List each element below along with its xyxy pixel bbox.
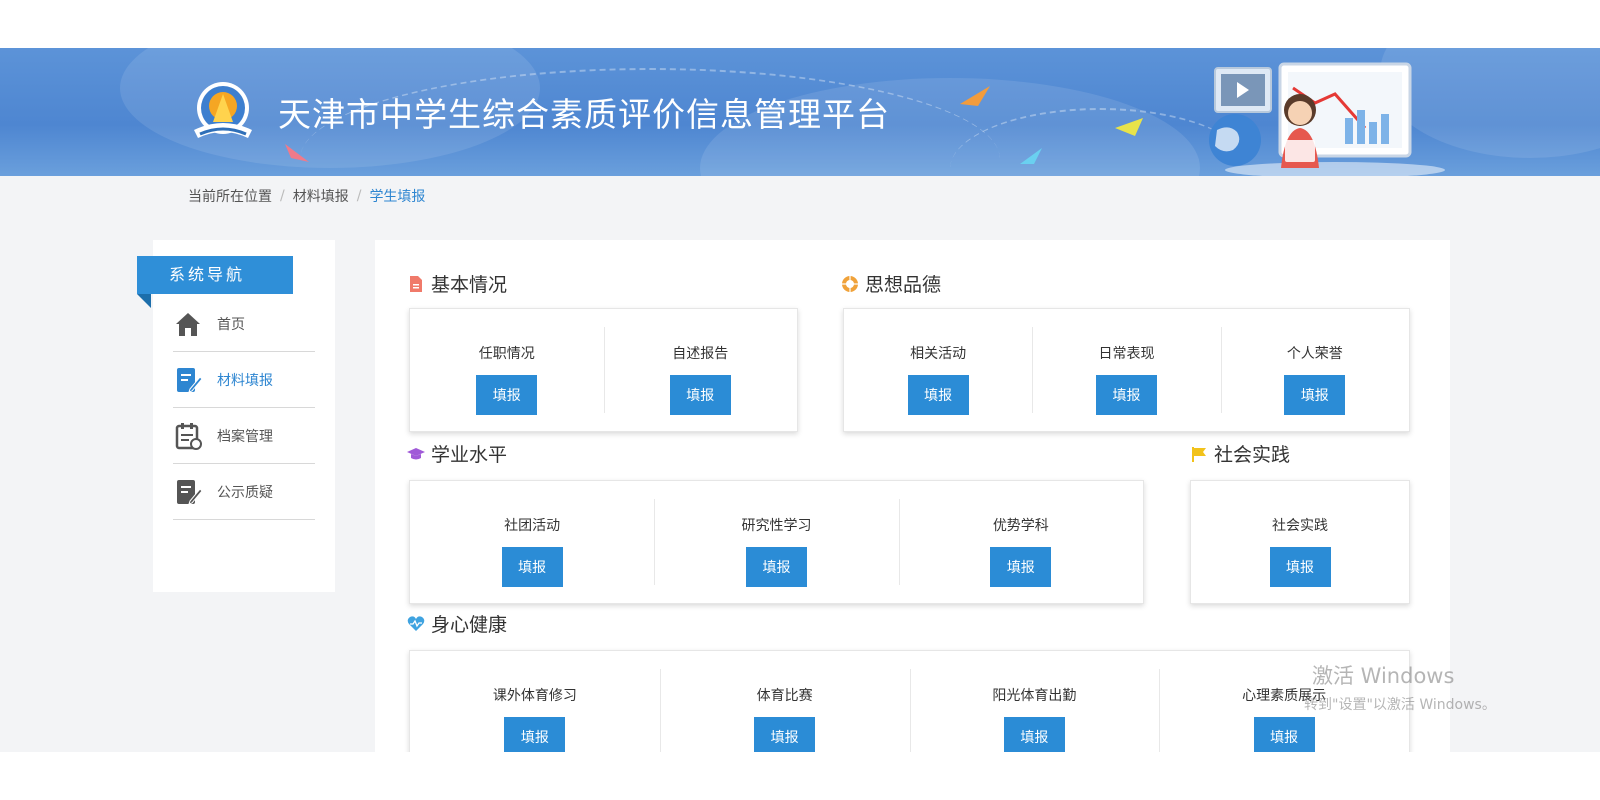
card-health: 课外体育修习 填报 体育比赛 填报 阳光体育出勤 填报 心理素质展示 填报: [409, 650, 1410, 752]
lifebuoy-icon: [842, 275, 858, 292]
card-basic: 任职情况 填报 自述报告 填报: [409, 308, 798, 432]
breadcrumb-separator: /: [356, 188, 362, 204]
document-icon: [410, 275, 422, 292]
item-label: 课外体育修习: [492, 688, 577, 704]
header-banner: 天津市中学生综合素质评价信息管理平台: [0, 48, 1600, 176]
flag-icon: [1192, 446, 1206, 462]
item-label: 个人荣誉: [1286, 346, 1343, 362]
home-icon: [176, 312, 200, 336]
edit-document-icon: [177, 367, 203, 393]
item-label: 研究性学习: [741, 518, 812, 534]
sidebar-item-label: 材料填报: [217, 372, 273, 389]
item-cell: 优势学科 填报: [898, 481, 1143, 603]
heart-pulse-icon: [407, 615, 425, 631]
item-label: 社团活动: [504, 518, 561, 534]
paper-plane-icon: [1115, 118, 1143, 136]
paper-plane-icon: [960, 86, 990, 106]
site-title: 天津市中学生综合素质评价信息管理平台: [278, 95, 890, 134]
fill-button-appointment[interactable]: 填报: [476, 375, 538, 415]
platform-logo-icon: [194, 82, 252, 138]
fill-button-advantage-subjects[interactable]: 填报: [990, 547, 1052, 587]
item-label: 优势学科: [992, 518, 1049, 534]
section-title-social: 社会实践: [1190, 440, 1290, 467]
card-moral: 相关活动 填报 日常表现 填报 个人荣誉 填报: [843, 308, 1410, 432]
item-cell: 阳光体育出勤 填报: [909, 651, 1160, 752]
fill-button-related-activities[interactable]: 填报: [907, 375, 969, 415]
breadcrumb-current-location: 当前所在位置: [188, 189, 272, 205]
fill-button-psychological[interactable]: 填报: [1253, 717, 1315, 752]
fill-button-social-practice[interactable]: 填报: [1269, 547, 1331, 587]
paper-plane-icon: [285, 144, 309, 162]
item-label: 社会实践: [1272, 518, 1328, 534]
item-cell: 任职情况 填报: [410, 309, 604, 431]
item-cell: 日常表现 填报: [1032, 309, 1220, 431]
item-label: 阳光体育出勤: [992, 688, 1077, 704]
section-title-health: 身心健康: [407, 610, 507, 637]
breadcrumb-item-material[interactable]: 材料填报: [293, 186, 349, 206]
item-cell: 自述报告 填报: [603, 309, 798, 431]
watermark-title: 激活 Windows: [1312, 664, 1455, 688]
breadcrumb-item-student-fill: 学生填报: [369, 189, 426, 205]
item-label: 相关活动: [910, 346, 967, 362]
breadcrumb-separator: /: [280, 188, 285, 204]
main-panel: 基本情况 任职情况 填报 自述报告 填报 思想品德 相关活动 填报 日常表现 填…: [375, 240, 1450, 752]
page: 天津市中学生综合素质评价信息管理平台 当前所在位置 / 材料填报 / 学生填报 …: [0, 0, 1600, 800]
item-cell: 相关活动 填报: [844, 309, 1032, 431]
sidebar-item-home[interactable]: 首页: [173, 296, 315, 352]
sidebar-item-publicity[interactable]: 公示质疑: [173, 464, 315, 520]
item-label: 自述报告: [672, 346, 729, 362]
sidebar-item-archive[interactable]: 档案管理: [173, 408, 315, 464]
item-cell: 个人荣誉 填报: [1220, 309, 1409, 431]
banner-illustration: [1209, 62, 1445, 176]
sidebar-item-material-fill[interactable]: 材料填报: [173, 352, 315, 408]
watermark-subtitle: 转到"设置"以激活 Windows。: [1304, 697, 1496, 713]
item-cell: 社团活动 填报: [410, 481, 654, 603]
sidebar: 系统导航 首页 材料填报 档案管理 公示质疑: [137, 240, 335, 592]
item-cell: 研究性学习 填报: [654, 481, 898, 603]
fill-button-self-report[interactable]: 填报: [669, 375, 731, 415]
item-cell: 社会实践 填报: [1191, 481, 1409, 603]
fill-button-extracurricular-pe[interactable]: 填报: [504, 717, 566, 752]
item-cell: 课外体育修习 填报: [410, 651, 660, 752]
section-title-basic: 基本情况: [407, 270, 507, 297]
sidebar-title: 系统导航: [137, 256, 293, 308]
breadcrumb: 当前所在位置 / 材料填报 / 学生填报: [188, 186, 425, 206]
windows-activation-watermark: 激活 Windows 转到"设置"以激活 Windows。: [1304, 660, 1496, 714]
sidebar-nav: 首页 材料填报 档案管理 公示质疑: [173, 296, 315, 520]
fill-button-club-activities[interactable]: 填报: [501, 547, 563, 587]
card-social: 社会实践 填报: [1190, 480, 1410, 604]
section-title-moral: 思想品德: [841, 270, 941, 297]
archive-icon: [175, 422, 202, 450]
sidebar-item-label: 档案管理: [217, 428, 273, 445]
fill-button-sports-competition[interactable]: 填报: [754, 717, 816, 752]
item-label: 日常表现: [1098, 346, 1155, 362]
fill-button-sunshine-sports[interactable]: 填报: [1003, 717, 1065, 752]
publicity-icon: [177, 479, 203, 505]
fill-button-research-study[interactable]: 填报: [745, 547, 807, 587]
card-academic: 社团活动 填报 研究性学习 填报 优势学科 填报: [409, 480, 1144, 604]
item-cell: 体育比赛 填报: [659, 651, 910, 752]
section-title-academic: 学业水平: [407, 440, 507, 467]
fill-button-personal-honors[interactable]: 填报: [1284, 375, 1346, 415]
graduation-cap-icon: [407, 447, 425, 459]
paper-plane-icon: [1020, 148, 1042, 164]
fill-button-daily-performance[interactable]: 填报: [1095, 375, 1157, 415]
sidebar-item-label: 首页: [217, 316, 245, 333]
sidebar-item-label: 公示质疑: [217, 484, 273, 501]
item-label: 体育比赛: [756, 688, 813, 704]
item-label: 任职情况: [478, 346, 535, 362]
bottom-area: [0, 752, 1600, 800]
